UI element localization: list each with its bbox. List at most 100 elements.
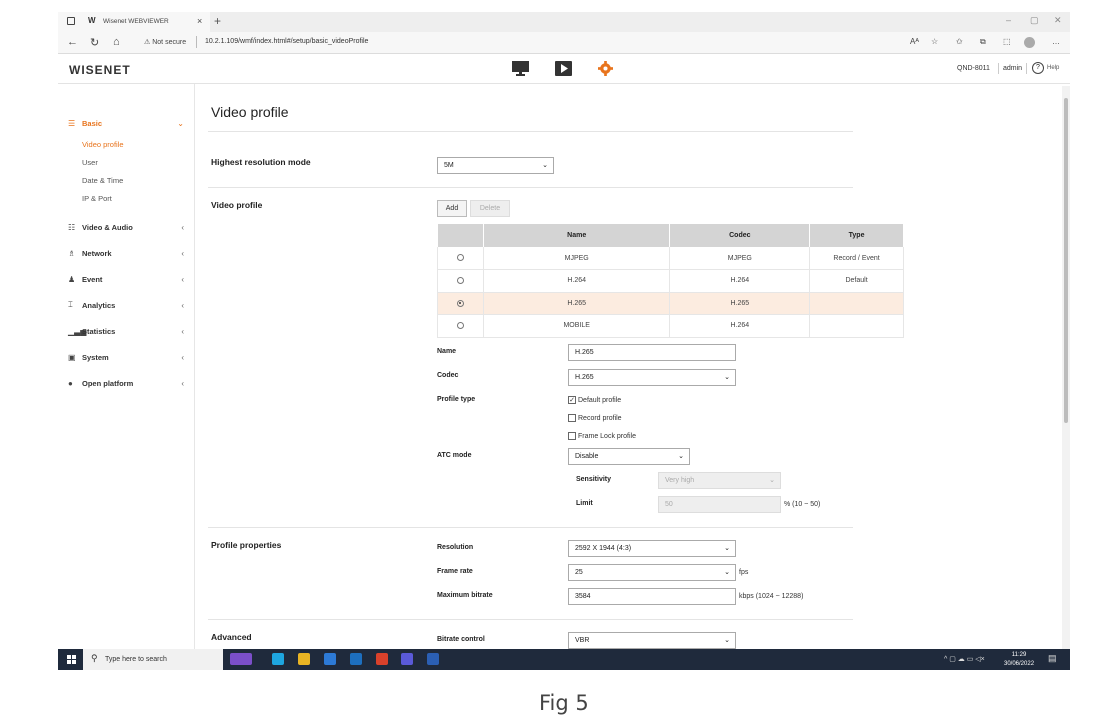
playback-icon[interactable] <box>555 61 572 76</box>
row-radio-cell[interactable] <box>437 247 484 270</box>
scrollbar-thumb[interactable] <box>1064 98 1068 423</box>
monitor-icon[interactable] <box>512 61 529 76</box>
teams-icon[interactable] <box>401 653 413 665</box>
table-row[interactable]: H.265 H.265 <box>437 292 904 315</box>
advanced-label: Advanced <box>211 632 252 642</box>
sidebar-sub-ip-port[interactable]: IP & Port <box>82 194 112 203</box>
office-icon[interactable] <box>376 653 388 665</box>
sidebar-item-event[interactable]: ♟ Event ‹ <box>68 272 190 286</box>
bitrate-range-text: kbps (1024 ~ 12288) <box>739 593 804 600</box>
close-window-icon[interactable]: ✕ <box>1054 15 1062 26</box>
divider <box>208 131 853 132</box>
security-indicator[interactable]: ⚠ Not secure <box>144 38 186 46</box>
widgets-icon[interactable] <box>230 653 252 665</box>
favorites-icon[interactable]: ✩ <box>956 37 963 46</box>
chevron-down-icon: ⌄ <box>724 545 730 552</box>
windows-start-icon[interactable] <box>67 655 76 664</box>
back-icon[interactable]: ← <box>67 36 78 48</box>
notifications-icon[interactable]: ▤ <box>1048 653 1057 664</box>
profile-name-input[interactable]: H.265 <box>568 344 736 361</box>
record-profile-checkbox[interactable]: Record profile <box>568 414 622 422</box>
sidebar-item-basic[interactable]: ☰ Basic ⌄ <box>68 116 190 130</box>
maximize-icon[interactable]: ▢ <box>1030 15 1039 26</box>
read-aloud-icon[interactable]: Aᴬ <box>910 37 919 46</box>
codec-select[interactable]: H.265 ⌄ <box>568 369 736 386</box>
file-explorer-icon[interactable] <box>298 653 310 665</box>
sidebar-item-open-platform[interactable]: ● Open platform ‹ <box>68 376 190 390</box>
frame-rate-select[interactable]: 25 ⌄ <box>568 564 736 581</box>
help-icon[interactable]: ? <box>1032 62 1044 74</box>
row-radio-cell[interactable] <box>437 292 484 315</box>
profile-name-cell: H.264 <box>482 269 671 293</box>
taskbar-search[interactable]: ⚲ Type here to search <box>83 649 223 670</box>
chevron-down-icon: ⌄ <box>724 374 730 381</box>
taskbar-search-placeholder: Type here to search <box>105 656 167 663</box>
sidebar-item-system[interactable]: ▣ System ‹ <box>68 350 190 364</box>
sidebar-item-statistics[interactable]: ▁▃▅ Statistics ‹ <box>68 324 190 338</box>
atc-mode-select[interactable]: Disable ⌄ <box>568 448 690 465</box>
sidebar-sub-date-time[interactable]: Date & Time <box>82 176 123 185</box>
help-link[interactable]: Help <box>1047 65 1059 71</box>
profile-radio[interactable] <box>456 254 464 262</box>
max-bitrate-input[interactable]: 3584 <box>568 588 736 605</box>
mail-icon[interactable] <box>350 653 362 665</box>
name-label: Name <box>437 348 457 355</box>
tab-title: Wisenet WEBVIEWER <box>103 18 169 25</box>
frame-lock-profile-checkbox[interactable]: Frame Lock profile <box>568 432 636 440</box>
sensitivity-select[interactable]: Very high ⌄ <box>658 472 781 489</box>
home-icon[interactable]: ⌂ <box>113 36 120 48</box>
highest-resolution-select[interactable]: 5M ⌄ <box>437 157 554 174</box>
profile-radio[interactable] <box>456 322 464 330</box>
select-value: H.265 <box>575 374 594 381</box>
device-model: QND-8011 <box>957 65 990 72</box>
bitrate-control-select[interactable]: VBR ⌄ <box>568 632 736 649</box>
table-row[interactable]: MJPEG MJPEG Record / Event <box>437 247 904 270</box>
profile-radio[interactable] <box>456 277 464 285</box>
taskbar-clock[interactable]: 11:29 30/06/2022 <box>1004 651 1034 669</box>
add-profile-button[interactable]: Add <box>437 200 467 217</box>
user-name[interactable]: admin <box>1003 65 1022 72</box>
browser-tab[interactable]: W Wisenet WEBVIEWER × <box>58 12 210 32</box>
more-icon[interactable]: … <box>1052 37 1060 46</box>
sidebar-item-video-audio[interactable]: ☷ Video & Audio ‹ <box>68 220 190 234</box>
checkbox-icon <box>568 414 576 422</box>
sidebar-sub-video-profile[interactable]: Video profile <box>82 140 124 149</box>
select-value: VBR <box>575 637 590 644</box>
table-row[interactable]: H.264 H.264 Default <box>437 269 904 293</box>
setup-gear-icon[interactable] <box>597 61 614 76</box>
network-icon: ♗ <box>68 248 76 258</box>
add-favorite-icon[interactable]: ☆ <box>931 37 938 46</box>
store-icon[interactable] <box>324 653 336 665</box>
browser-app-icon[interactable] <box>427 653 439 665</box>
profile-radio[interactable] <box>456 299 464 307</box>
delete-profile-button[interactable]: Delete <box>470 200 510 217</box>
collections-icon[interactable]: ⧉ <box>980 37 986 47</box>
new-tab-icon[interactable]: + <box>214 14 221 28</box>
address-bar: ← ↻ ⌂ ⚠ Not secure 10.2.1.109/wmf/index.… <box>58 32 1070 54</box>
sidebar-item-analytics[interactable]: ⌶ Analytics ‹ <box>68 298 190 312</box>
minimize-icon[interactable]: – <box>1006 15 1011 25</box>
sidebar-item-network[interactable]: ♗ Network ‹ <box>68 246 190 260</box>
system-tray-icons[interactable]: ^ ▢ ☁ ▭ ◁× <box>944 655 985 663</box>
edge-icon[interactable] <box>272 653 284 665</box>
row-radio-cell[interactable] <box>437 314 484 338</box>
url-field[interactable]: 10.2.1.109/wmf/index.html#/setup/basic_v… <box>205 38 368 45</box>
limit-input[interactable]: 50 <box>658 496 781 513</box>
page-scrollbar[interactable] <box>1062 86 1070 649</box>
table-row[interactable]: MOBILE H.264 <box>437 314 904 338</box>
profile-name-cell: H.265 <box>482 292 671 315</box>
default-profile-checkbox[interactable]: ✓ Default profile <box>568 396 621 404</box>
screenshot-icon[interactable]: ⬚ <box>1003 37 1011 46</box>
close-tab-icon[interactable]: × <box>197 16 202 26</box>
profile-avatar[interactable] <box>1024 37 1035 48</box>
resolution-select[interactable]: 2592 X 1944 (4:3) ⌄ <box>568 540 736 557</box>
sidebar-sub-user[interactable]: User <box>82 158 98 167</box>
row-radio-cell[interactable] <box>437 269 484 293</box>
select-value: 25 <box>575 569 583 576</box>
wisenet-logo: WISENET <box>69 63 131 77</box>
refresh-icon[interactable]: ↻ <box>90 36 99 49</box>
search-icon: ⚲ <box>91 653 98 663</box>
profile-type-cell <box>809 292 904 315</box>
tab-actions-icon[interactable] <box>67 17 75 25</box>
chevron-down-icon: ⌄ <box>542 162 548 169</box>
